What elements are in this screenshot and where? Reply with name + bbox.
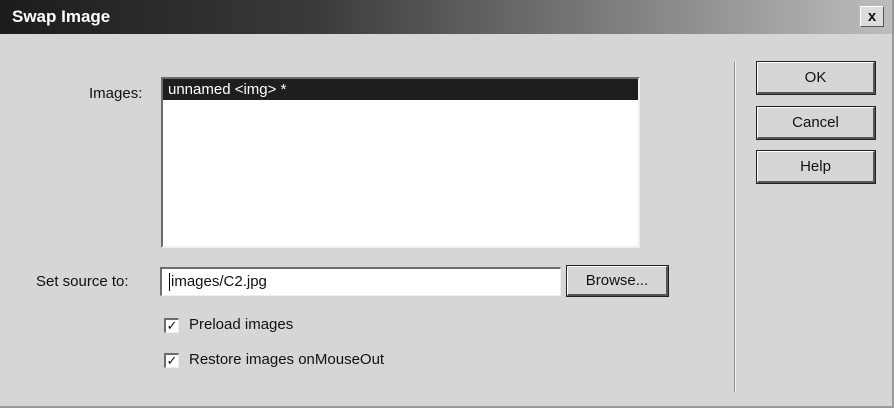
preload-images-label[interactable]: Preload images [189, 316, 293, 333]
title-bar[interactable]: Swap Image x [0, 0, 892, 34]
swap-image-dialog: Swap Image x Images: unnamed <img> * Set… [0, 0, 894, 408]
set-source-label: Set source to: [36, 273, 129, 290]
close-icon: x [867, 8, 877, 25]
cancel-button-label: Cancel [792, 114, 839, 131]
help-button-label: Help [800, 158, 831, 175]
images-listbox[interactable]: unnamed <img> * [161, 77, 640, 248]
restore-images-label[interactable]: Restore images onMouseOut [189, 351, 384, 368]
check-icon: ✓ [166, 318, 178, 333]
preload-images-checkbox[interactable]: ✓ [164, 318, 179, 333]
check-icon: ✓ [166, 353, 178, 368]
browse-button-label: Browse... [585, 272, 649, 289]
vertical-divider [734, 62, 735, 392]
browse-button[interactable]: Browse... [566, 265, 669, 297]
list-item[interactable]: unnamed <img> * [163, 79, 638, 100]
text-caret [169, 273, 170, 291]
help-button[interactable]: Help [756, 150, 876, 184]
images-label: Images: [89, 85, 143, 102]
cancel-button[interactable]: Cancel [756, 106, 876, 140]
ok-button-label: OK [804, 69, 827, 86]
source-input[interactable]: images/C2.jpg [160, 267, 561, 296]
ok-button[interactable]: OK [756, 61, 876, 95]
dialog-title: Swap Image [12, 7, 111, 26]
source-input-value: images/C2.jpg [171, 273, 267, 290]
restore-images-checkbox[interactable]: ✓ [164, 353, 179, 368]
close-button[interactable]: x [860, 6, 884, 27]
list-item-label: unnamed <img> * [168, 81, 287, 98]
